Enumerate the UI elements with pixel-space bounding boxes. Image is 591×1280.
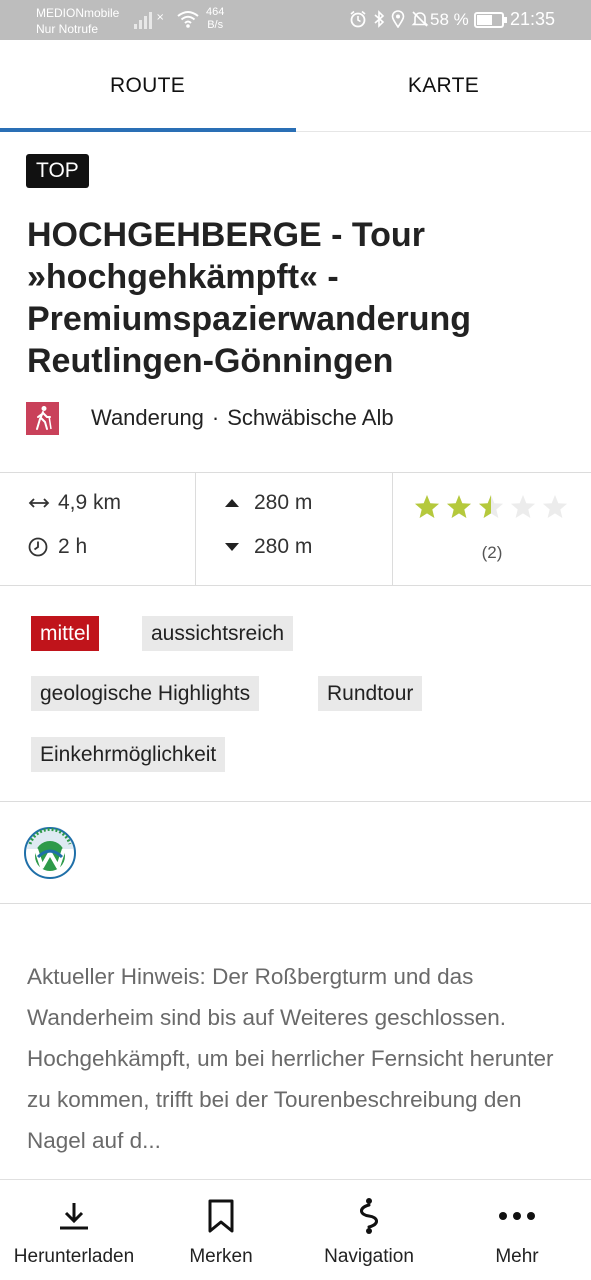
star-empty-icon: [543, 495, 567, 518]
distance-stat: 4,9 km: [28, 491, 121, 515]
stats-rating[interactable]: (2): [393, 473, 591, 585]
descent-triangle-icon: [224, 542, 248, 552]
tag-item: Rundtour: [318, 676, 423, 711]
rating-stars: [413, 493, 569, 521]
clock-icon: [28, 537, 52, 557]
top-badge: TOP: [26, 154, 89, 188]
stats-panel: 4,9 km 2 h 280 m 280 m (2): [0, 472, 591, 586]
tag-difficulty: mittel: [31, 616, 100, 651]
carrier-info: MEDIONmobile Nur Notrufe: [36, 5, 119, 37]
section-divider: [0, 801, 591, 802]
category-separator: ·: [211, 405, 220, 430]
download-label: Herunterladen: [13, 1246, 135, 1267]
status-icons: [349, 10, 429, 28]
download-icon: [57, 1196, 91, 1236]
carrier-status: Nur Notrufe: [36, 22, 99, 36]
tag-item: geologische Highlights: [31, 676, 260, 711]
active-tab-indicator: [0, 128, 296, 132]
battery-percent: 58 %: [430, 10, 469, 29]
battery-icon: [474, 12, 507, 28]
partner-logo[interactable]: [24, 827, 76, 879]
tab-route[interactable]: ROUTE: [0, 40, 295, 132]
duration-stat: 2 h: [28, 535, 87, 559]
wifi-icon: [177, 11, 199, 28]
network-speed: 464 B/s: [206, 6, 224, 32]
star-full-icon: [447, 495, 471, 518]
route-icon: [354, 1196, 384, 1236]
location-icon: [391, 10, 405, 28]
ascent-stat: 280 m: [224, 491, 312, 515]
ascent-triangle-icon: [224, 498, 248, 508]
descent-stat: 280 m: [224, 535, 312, 559]
download-button[interactable]: Herunterladen: [4, 1180, 144, 1280]
tab-karte[interactable]: KARTE: [296, 40, 591, 132]
signal-icon: ×: [134, 12, 164, 29]
ascent-value: 280 m: [254, 491, 313, 514]
svg-text:×: ×: [156, 12, 164, 23]
more-icon: [497, 1196, 537, 1236]
stats-elevation: 280 m 280 m: [196, 473, 393, 585]
tag-item: Einkehrmöglichkeit: [31, 737, 226, 772]
category-row: Wanderung · Schwäbische Alb: [26, 401, 394, 435]
battery-fill: [477, 15, 492, 25]
bookmark-label: Merken: [189, 1246, 253, 1267]
navigation-label: Navigation: [324, 1246, 414, 1267]
tour-description[interactable]: Aktueller Hinweis: Der Roßbergturm und d…: [27, 956, 567, 1161]
distance-value: 4,9 km: [58, 491, 122, 514]
bookmark-button[interactable]: Merken: [161, 1180, 281, 1280]
more-button[interactable]: Mehr: [457, 1180, 577, 1280]
network-speed-unit: B/s: [207, 19, 224, 31]
alarm-icon: [350, 10, 366, 28]
category-text: Wanderung · Schwäbische Alb: [91, 405, 394, 431]
duration-value: 2 h: [58, 535, 88, 558]
navigation-button[interactable]: Navigation: [309, 1180, 429, 1280]
hiker-icon: [26, 401, 59, 435]
network-speed-value: 464: [206, 6, 225, 18]
star-half-icon: [479, 495, 503, 518]
section-divider: [0, 903, 591, 904]
bluetooth-icon: [374, 10, 385, 28]
star-full-icon: [415, 495, 439, 518]
stats-distance-duration: 4,9 km 2 h: [0, 473, 196, 585]
tour-title: HOCHGEHBERGE - Tour »hochgehkämpft« - Pr…: [27, 216, 472, 380]
tab-bar: ROUTE KARTE: [0, 40, 591, 132]
rating-count: (2): [481, 543, 503, 562]
more-label: Mehr: [495, 1246, 539, 1267]
mute-bell-icon: [411, 11, 429, 27]
bookmark-icon: [206, 1196, 236, 1236]
status-bar: MEDIONmobile Nur Notrufe × 464 B/s 58 % …: [0, 0, 591, 40]
descent-value: 280 m: [254, 535, 313, 558]
clock: 21:35: [510, 9, 556, 29]
region-label: Schwäbische Alb: [227, 405, 394, 430]
tag-item: aussichtsreich: [142, 616, 294, 651]
carrier-name: MEDIONmobile: [36, 6, 120, 20]
activity-type: Wanderung: [91, 405, 204, 430]
distance-arrows-icon: [28, 496, 52, 510]
star-empty-icon: [511, 495, 535, 518]
bottom-action-bar: Herunterladen Merken Navigation Mehr: [0, 1179, 591, 1280]
